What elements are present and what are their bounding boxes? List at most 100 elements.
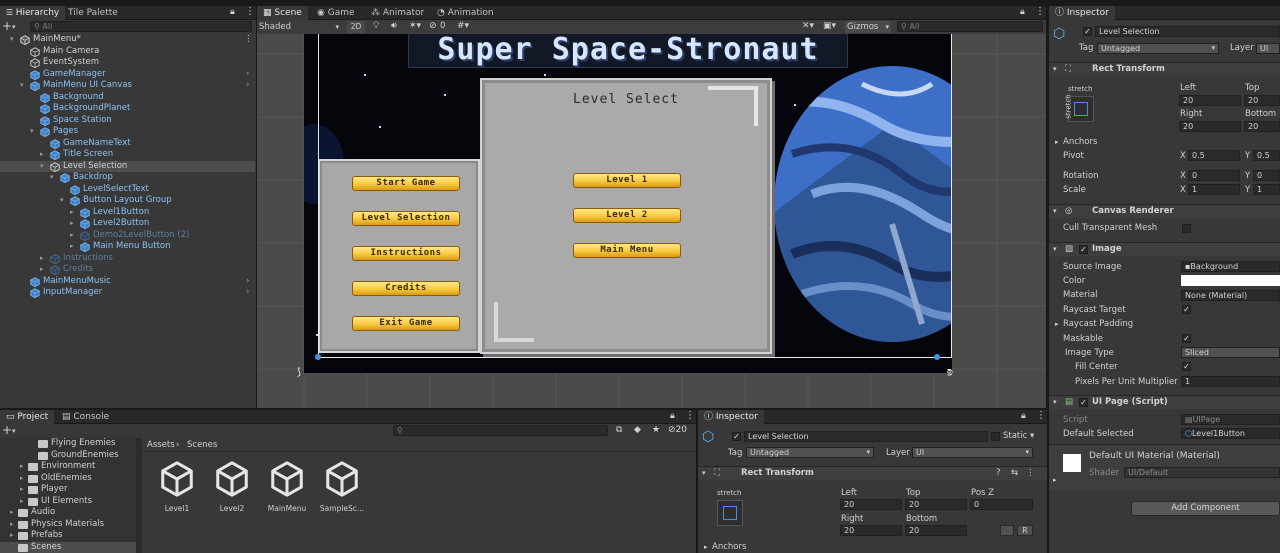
scene-file[interactable]: Level1 [152,460,202,513]
collapse-arrow-icon[interactable]: ▸ [10,507,14,518]
kebab-menu-icon[interactable]: ⋮ [1036,410,1046,421]
tab-console[interactable]: ▤ Console [56,410,115,424]
grid-snap-icon[interactable]: #▾ [457,21,469,31]
scale-y-field[interactable]: 1 [1253,184,1280,195]
raycast-padding-label[interactable]: Raycast Padding [1063,319,1133,330]
ppu-field[interactable]: 1 [1181,376,1280,387]
image-type-dropdown[interactable]: Sliced [1181,347,1280,358]
collapse-arrow-icon[interactable]: ▸ [20,496,24,507]
lock-icon[interactable]: 🔒︎ [1021,411,1026,421]
project-folder-item[interactable]: ▸ UI Elements [0,496,136,507]
static-checkbox[interactable] [991,432,1000,441]
hierarchy-item[interactable]: ▸ Level1Button [0,207,255,218]
pivot-y-field[interactable]: 0.5 [1253,150,1280,161]
hierarchy-item[interactable]: ▾ MainMenu UI Canvas › [0,80,255,91]
project-folder-item[interactable]: Scenes [0,541,136,553]
collapse-arrow-icon[interactable]: ▸ [1055,319,1059,330]
cull-checkbox[interactable] [1182,224,1191,233]
posz-field[interactable]: 0 [970,499,1033,510]
gizmos-dropdown[interactable]: Gizmos ▾ [845,21,891,33]
tab-hierarchy[interactable]: ☰ Hierarchy [0,6,66,20]
project-search-input[interactable]: ⚲ [393,425,608,436]
project-folder-item[interactable]: ▸ Prefabs [0,530,136,541]
hierarchy-item[interactable]: ▸ Credits [0,264,255,275]
favorite-icon[interactable]: ★ [652,425,660,435]
hierarchy-item[interactable]: ▾ MainMenu* ⋮ [0,34,255,45]
scene-viewport[interactable]: Super Space-Stronaut Start Game Level Sel… [257,34,1046,408]
preset-icon[interactable]: ⇆ [1011,468,1018,479]
hierarchy-item[interactable]: EventSystem [0,57,255,68]
hierarchy-item[interactable]: InputManager › [0,287,255,298]
hierarchy-item[interactable]: ▸ Demo2LevelButton (2) [0,230,255,241]
toggle-2d-button[interactable]: 2D [347,21,365,33]
layer-dropdown[interactable]: UI ▾ [912,447,1033,458]
hierarchy-item[interactable]: Background [0,92,255,103]
camera-icon[interactable]: ▣▾ [823,21,836,31]
hierarchy-item[interactable]: ▾ Button Layout Group [0,195,255,206]
shading-dropdown[interactable]: Shaded ▾ [259,21,341,33]
ui-page-enabled-checkbox[interactable]: ✓ [1079,398,1088,407]
tag-dropdown[interactable]: Untagged ▾ [746,447,874,458]
anchors-label[interactable]: Anchors [1063,137,1097,148]
image-enabled-checkbox[interactable]: ✓ [1079,245,1088,254]
lighting-icon[interactable]: 💡︎ [373,21,379,31]
material-field[interactable]: None (Material) [1181,290,1280,301]
visibility-icon[interactable]: ⊘ [429,21,437,31]
hierarchy-item[interactable]: ▸ Main Menu Button [0,241,255,252]
hidden-packages-icon[interactable]: ⊘20 [668,425,687,435]
active-checkbox[interactable]: ✓ [1083,27,1092,36]
kebab-menu-icon[interactable]: ⋮ [245,6,255,17]
right-field[interactable]: 20 [840,525,902,536]
collapse-arrow-icon[interactable]: ▸ [704,542,708,553]
hierarchy-search-input[interactable]: ⚲ All [30,21,252,32]
collapse-arrow-icon[interactable]: ▸ [1055,137,1059,148]
kebab-menu-icon[interactable]: ⋮ [244,34,253,45]
rect-transform-header[interactable]: ▾ ⛶ Rect Transform ? ⇆ ⋮ [698,466,1047,480]
collapse-arrow-icon[interactable]: ▸ [1053,475,1057,486]
active-checkbox[interactable]: ✓ [732,432,741,441]
hierarchy-item[interactable]: MainMenuMusic › [0,276,255,287]
right-field[interactable]: 20 [1179,121,1241,132]
collapse-arrow-icon[interactable]: ▸ [70,230,74,241]
project-folder-item[interactable]: ▸ Environment [0,461,136,472]
hierarchy-item[interactable]: LevelSelectText [0,184,255,195]
collapse-arrow-icon[interactable]: ▸ [70,241,74,252]
maskable-checkbox[interactable]: ✓ [1182,334,1191,343]
rect-handle[interactable] [934,354,940,360]
open-prefab-arrow-icon[interactable]: › [246,287,249,298]
collapse-arrow-icon[interactable]: ▸ [20,461,24,472]
tab-scene[interactable]: ▦ Scene [257,6,308,20]
left-field[interactable]: 20 [1179,95,1241,106]
collapse-arrow-icon[interactable]: ▸ [40,253,44,264]
expand-arrow-icon[interactable]: ▾ [40,161,44,172]
hierarchy-item[interactable]: ▾ Backdrop [0,172,255,183]
project-folder-item[interactable]: ▸ Audio [0,507,136,518]
project-folder-item[interactable]: Flying Enemies [0,438,136,449]
scene-file[interactable]: Level2 [207,460,257,513]
top-field[interactable]: 20 [1244,95,1280,106]
tools-icon[interactable]: ✕▾ [802,21,814,31]
hierarchy-item[interactable]: ▾ Level Selection [0,160,255,172]
rotation-y-field[interactable]: 0 [1253,170,1280,181]
collapse-arrow-icon[interactable]: ▸ [70,207,74,218]
breadcrumb-scenes[interactable]: Scenes [187,440,217,451]
audio-icon[interactable]: 🔊︎ [391,21,397,31]
hierarchy-item[interactable]: ▸ Title Screen [0,149,255,160]
image-header[interactable]: ▾ ▨ ✓ Image [1049,242,1280,256]
shader-field[interactable]: UI/Default [1124,467,1280,478]
tab-animator[interactable]: ⁂ Animator [365,6,430,20]
kebab-menu-icon[interactable]: ⋮ [1035,6,1045,17]
kebab-menu-icon[interactable]: ⋮ [1026,468,1035,479]
add-icon[interactable]: + [2,20,12,33]
default-selected-field[interactable]: ⬡Level1Button [1181,428,1280,439]
collapse-arrow-icon[interactable]: ▸ [70,218,74,229]
collapse-arrow-icon[interactable]: ▸ [40,264,44,275]
static-dropdown[interactable]: Static ▾ [1003,431,1034,442]
expand-arrow-icon[interactable]: ▾ [60,195,64,206]
scale-x-field[interactable]: 1 [1188,184,1240,195]
breadcrumb-assets[interactable]: Assets [147,440,175,451]
label-icon[interactable]: ◆ [634,425,641,435]
hierarchy-item[interactable]: GameManager › [0,69,255,80]
lock-icon[interactable]: 🔒︎ [230,7,235,17]
hierarchy-item[interactable]: BackgroundPlanet [0,103,255,114]
